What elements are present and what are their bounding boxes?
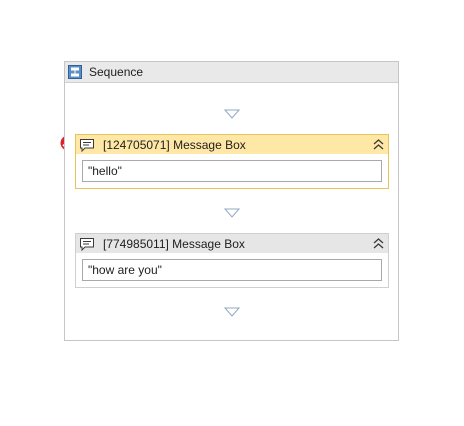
drop-target-arrow-icon[interactable] <box>224 307 240 317</box>
activity-header[interactable]: [774985011] Message Box <box>76 234 388 253</box>
sequence-title: Sequence <box>89 65 144 79</box>
activity-title: [124705071] Message Box <box>103 137 246 152</box>
activity-header[interactable]: [124705071] Message Box <box>76 135 388 154</box>
drop-target-arrow-icon[interactable] <box>224 109 240 119</box>
sequence-header[interactable]: Sequence <box>65 62 398 83</box>
message-box-activity[interactable]: [124705071] Message Box <box>75 134 389 189</box>
message-text-field[interactable] <box>82 160 382 182</box>
sequence-icon <box>68 65 82 79</box>
message-box-icon <box>80 237 94 251</box>
message-box-activity[interactable]: [774985011] Message Box <box>75 233 389 288</box>
message-text-field[interactable] <box>82 259 382 281</box>
message-box-icon <box>80 138 94 152</box>
drop-target-arrow-icon[interactable] <box>224 208 240 218</box>
activity-title: [774985011] Message Box <box>103 236 245 251</box>
collapse-icon[interactable] <box>373 238 384 249</box>
sequence-container[interactable]: Sequence [124705071] Message Box "hello"… <box>64 61 399 341</box>
collapse-icon[interactable] <box>373 139 384 150</box>
